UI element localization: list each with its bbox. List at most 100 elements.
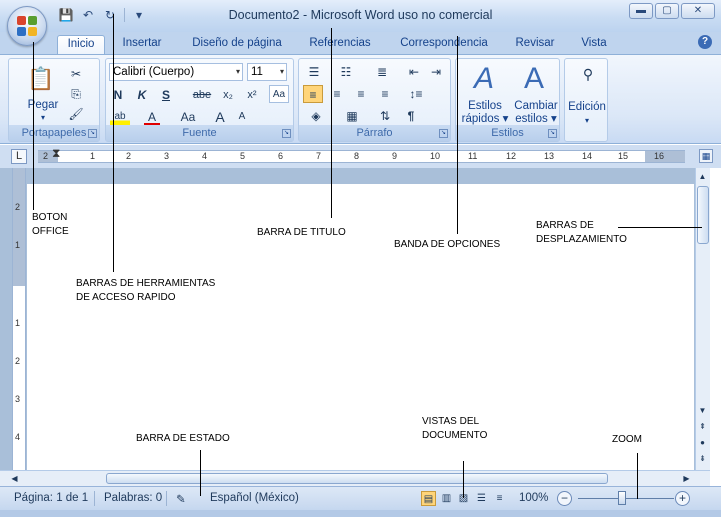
zoom-in-button[interactable]: +	[675, 491, 690, 506]
paste-dropdown-icon[interactable]: ▾	[38, 111, 48, 124]
case-button[interactable]: Aa	[176, 108, 200, 126]
launcher-icon[interactable]: ↘	[282, 129, 291, 138]
annotation-line	[618, 227, 702, 228]
change-styles-line2: estilos	[515, 113, 548, 125]
quick-styles-icon[interactable]: A	[468, 63, 500, 95]
group-edicion[interactable]: ⚲ Edición ▾	[564, 58, 608, 142]
copy-icon[interactable]: ⎘	[67, 85, 85, 103]
tab-vista[interactable]: Vista	[573, 35, 615, 54]
ruler-tick: 9	[392, 151, 398, 161]
align-left-icon[interactable]: ≡	[303, 85, 323, 103]
word-count[interactable]: Palabras: 0	[104, 492, 162, 504]
browse-object-icon[interactable]: ●	[696, 436, 709, 449]
ribbon-tabs: Inicio Insertar Diseño de página Referen…	[0, 32, 721, 54]
subscript-button[interactable]: x₂	[218, 86, 238, 104]
bullets-icon[interactable]: ☰	[303, 63, 325, 81]
underline-button[interactable]: S	[158, 86, 174, 104]
annotation-estado: BARRA DE ESTADO	[136, 433, 230, 444]
font-color-button[interactable]: A	[144, 108, 160, 126]
draft-view-icon[interactable]: ≡	[492, 491, 507, 506]
launcher-icon[interactable]: ↘	[439, 129, 448, 138]
change-styles-button[interactable]: Cambiar estilos ▾	[509, 100, 563, 126]
zoom-level[interactable]: 100%	[519, 492, 548, 504]
vertical-scroll-thumb[interactable]	[697, 186, 709, 244]
zoom-slider-thumb[interactable]	[618, 491, 626, 505]
group-label: Portapapeles	[9, 125, 99, 141]
quick-styles-button[interactable]: Estilos rápidos ▾	[458, 100, 512, 126]
tab-referencias[interactable]: Referencias	[303, 35, 377, 54]
multilevel-list-icon[interactable]: ≣	[369, 63, 395, 81]
horizontal-scrollbar[interactable]: ◀ ▶	[0, 470, 710, 486]
outline-view-icon[interactable]: ☰	[474, 491, 489, 506]
tab-inicio[interactable]: Inicio	[57, 35, 105, 54]
align-right-icon[interactable]: ≡	[351, 85, 371, 103]
status-separator	[94, 491, 95, 506]
scroll-left-icon[interactable]: ◀	[8, 472, 21, 485]
status-bar: Página: 1 de 1 Palabras: 0 ✎ Español (Mé…	[0, 486, 721, 510]
indent-marker-icon[interactable]: ⧗	[52, 147, 60, 159]
shading-icon[interactable]: ◈	[303, 107, 329, 125]
ruler-tick: 15	[618, 151, 629, 161]
zoom-out-button[interactable]: −	[557, 491, 572, 506]
horizontal-ruler[interactable]: 2 ⧗ 1 2 3 4 5 6 7 8 9 10 11 12 13 14 15 …	[38, 147, 685, 163]
previous-page-icon[interactable]: ⇞	[696, 420, 709, 433]
borders-icon[interactable]: ▦	[339, 107, 365, 125]
help-icon[interactable]: ?	[698, 35, 712, 49]
strikethrough-button[interactable]: abe	[190, 86, 214, 104]
paste-icon[interactable]: 📋	[27, 65, 55, 93]
ruler-tick: 7	[316, 151, 322, 161]
annotation-banda: BANDA DE OPCIONES	[394, 239, 501, 250]
align-center-icon[interactable]: ≡	[327, 85, 347, 103]
vertical-ruler[interactable]: 2 1 1 2 3 4	[12, 168, 26, 470]
grow-font-button[interactable]: A	[212, 108, 228, 126]
launcher-icon[interactable]: ↘	[88, 129, 97, 138]
format-painter-icon[interactable]: 🖌	[67, 105, 85, 123]
full-screen-reading-icon[interactable]: ▥	[439, 491, 454, 506]
scroll-up-icon[interactable]: ▲	[696, 170, 709, 183]
tab-insertar[interactable]: Insertar	[113, 35, 171, 54]
close-icon[interactable]: ✕	[681, 3, 715, 19]
font-name-select[interactable]: Calibri (Cuerpo) ▾	[109, 63, 243, 81]
minimize-icon[interactable]: ▬	[629, 3, 653, 19]
annotation-desplazamiento: BARRAS DE DESPLAZAMIENTO	[536, 219, 627, 247]
ruler-margin-top	[13, 168, 25, 286]
editing-button[interactable]: Edición	[565, 101, 609, 114]
office-button[interactable]	[7, 6, 47, 46]
view-ruler-icon[interactable]: ▦	[699, 149, 713, 163]
page-count[interactable]: Página: 1 de 1	[14, 492, 88, 504]
change-styles-icon[interactable]: A	[518, 63, 550, 95]
editing-dropdown-icon[interactable]: ▾	[582, 114, 592, 127]
tab-selector-icon[interactable]: L	[11, 149, 27, 164]
decrease-indent-icon[interactable]: ⇤	[405, 63, 423, 81]
ruler-tick: 2	[15, 202, 21, 212]
justify-icon[interactable]: ≡	[375, 85, 395, 103]
cut-icon[interactable]: ✂	[67, 65, 85, 83]
line-spacing-icon[interactable]: ↕≡	[403, 85, 429, 103]
sort-icon[interactable]: ⇅	[375, 107, 395, 125]
italic-button[interactable]: K	[134, 86, 150, 104]
horizontal-scroll-thumb[interactable]	[106, 473, 608, 484]
tab-diseno[interactable]: Diseño de página	[182, 35, 292, 54]
maximize-icon[interactable]: ▢	[655, 3, 679, 19]
zoom-slider-track[interactable]	[578, 498, 674, 499]
language-status[interactable]: Español (México)	[210, 492, 299, 504]
numbering-icon[interactable]: ☷	[335, 63, 357, 81]
change-case-icon[interactable]: Aa	[269, 85, 289, 103]
ruler-tick: 8	[354, 151, 360, 161]
vertical-scrollbar[interactable]: ▲ ▼ ⇞ ● ⇟	[695, 168, 710, 470]
shrink-font-button[interactable]: A	[234, 108, 250, 126]
next-page-icon[interactable]: ⇟	[696, 452, 709, 465]
increase-indent-icon[interactable]: ⇥	[427, 63, 445, 81]
proofing-icon[interactable]: ✎	[176, 492, 186, 506]
tab-revisar[interactable]: Revisar	[509, 35, 561, 54]
show-marks-icon[interactable]: ¶	[401, 107, 421, 125]
launcher-icon[interactable]: ↘	[548, 129, 557, 138]
scroll-right-icon[interactable]: ▶	[680, 472, 693, 485]
tab-correspondencia[interactable]: Correspondencia	[392, 35, 496, 54]
scroll-down-icon[interactable]: ▼	[696, 404, 709, 417]
group-estilos: A Estilos rápidos ▾ A Cambiar estilos ▾ …	[455, 58, 560, 142]
font-size-select[interactable]: 11 ▾	[247, 63, 287, 81]
print-layout-view-icon[interactable]: ▤	[421, 491, 436, 506]
ruler-tick: 13	[544, 151, 555, 161]
superscript-button[interactable]: x²	[242, 86, 262, 104]
